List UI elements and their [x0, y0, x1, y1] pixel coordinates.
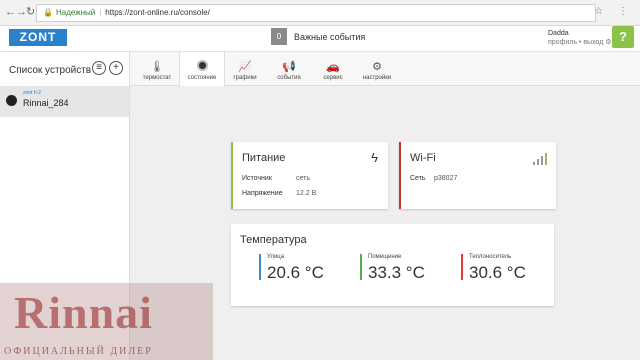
power-card: Питание ϟ Источник сеть Напряжение 12.2 …: [231, 142, 388, 209]
tab-label: графики: [233, 75, 257, 81]
secure-label: Надежный: [55, 8, 96, 17]
power-title: Питание: [242, 152, 286, 164]
device-model: zont h-2: [23, 90, 42, 96]
watermark-tagline: ОФИЦИАЛЬНЫЙ ДИЛЕР: [4, 346, 153, 357]
tab-charts[interactable]: 📈 графики: [223, 52, 267, 86]
wifi-network-value: p38027: [434, 175, 458, 182]
tab-service[interactable]: 🚗 сервис: [311, 52, 355, 86]
watermark-brand: Rinnai: [14, 287, 153, 338]
wifi-network-label: Сеть: [410, 175, 426, 182]
temperature-card: Температура Улица 20.6 °C Помещение 33.3…: [231, 224, 554, 306]
voltage-label: Напряжение: [242, 190, 283, 197]
device-name: Rinnai_284: [23, 98, 69, 108]
url-text: https://zont-online.ru/console/: [105, 8, 210, 17]
temp-indicator-bar: [259, 254, 261, 280]
temp-indicator-bar: [360, 254, 362, 280]
user-menu: Dadda профиль • выход ⚙: [548, 29, 612, 47]
tab-settings[interactable]: ⚙ настройки: [355, 52, 399, 86]
tab-label: состояние: [187, 75, 217, 81]
temp-sensor-value: 20.6 °C: [267, 263, 324, 282]
browser-menu-icon[interactable]: ☆ ⋮: [594, 6, 634, 17]
tab-label: настройки: [362, 75, 392, 81]
temp-sensor-value: 30.6 °C: [469, 263, 526, 282]
power-source-label: Источник: [242, 175, 272, 182]
temp-sensor-value: 33.3 °C: [368, 263, 425, 282]
user-links[interactable]: профиль • выход ⚙: [548, 38, 612, 47]
zont-logo[interactable]: ZONT: [9, 29, 67, 46]
wifi-card: Wi-Fi Сеть p38027: [399, 142, 556, 209]
url-separator: |: [99, 8, 102, 17]
wifi-signal-icon: [533, 153, 547, 165]
tab-thermostat[interactable]: 🌡 термостат: [135, 52, 179, 86]
tab-label: сервис: [323, 75, 343, 81]
lightning-icon: ϟ: [371, 150, 378, 165]
tab-label: события: [277, 75, 301, 81]
device-list-item[interactable]: zont h-2 Rinnai_284: [0, 86, 129, 117]
service-icon: 🚗: [326, 61, 340, 73]
temp-indicator-bar: [461, 254, 463, 280]
temp-sensor-label: Улица: [267, 254, 285, 260]
rinnai-watermark: Rinnai ОФИЦИАЛЬНЫЙ ДИЛЕР: [0, 283, 213, 360]
tab-label: термостат: [142, 75, 172, 81]
wifi-title: Wi-Fi: [410, 152, 436, 164]
address-bar[interactable]: 🔒 Надежный | https://zont-online.ru/console…: [36, 4, 596, 22]
temp-sensor-label: Теплоноситель: [469, 254, 512, 260]
settings-icon: ⚙: [372, 61, 382, 73]
browser-toolbar: ← → ↻ 🔒 Надежный | https://zont-online.ru/c…: [0, 0, 640, 26]
events-icon: 📢: [282, 61, 296, 73]
thermometer-icon: 🌡: [150, 61, 164, 73]
tab-events[interactable]: 📢 события: [267, 52, 311, 86]
tab-status[interactable]: состояние: [179, 52, 225, 86]
temp-sensor-label: Помещение: [368, 254, 402, 260]
user-name: Dadda: [548, 30, 569, 37]
app-header: ZONT 0 Важные события Dadda профиль • вы…: [0, 26, 640, 52]
important-events-link[interactable]: Важные события: [294, 32, 365, 42]
device-status-icon: [6, 95, 17, 106]
profile-logout-links[interactable]: профиль • выход: [548, 39, 603, 46]
tab-bar: 🌡 термостат состояние 📈 графики 📢 событи…: [130, 52, 640, 86]
events-count-badge[interactable]: 0: [271, 28, 287, 45]
lock-icon: 🔒: [43, 8, 53, 17]
voltage-value: 12.2 В: [296, 190, 317, 197]
power-source-value: сеть: [296, 175, 311, 182]
filter-icon[interactable]: ≡: [92, 61, 106, 75]
gear-icon[interactable]: ⚙: [605, 39, 611, 46]
add-device-icon[interactable]: +: [109, 61, 123, 75]
help-button[interactable]: ?: [612, 26, 634, 48]
chart-icon: 📈: [238, 61, 252, 73]
reload-icon[interactable]: ↻: [26, 5, 35, 19]
temperature-title: Температура: [240, 234, 307, 246]
device-list-title: Список устройств: [9, 65, 92, 76]
status-icon: [180, 60, 224, 74]
back-arrow-icon[interactable]: ←: [5, 5, 16, 19]
